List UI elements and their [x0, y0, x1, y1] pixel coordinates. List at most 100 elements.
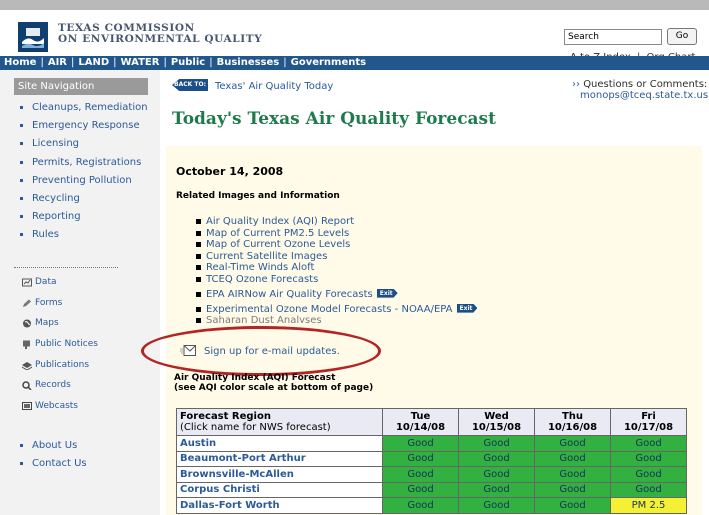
- back-link[interactable]: Texas' Air Quality Today: [215, 81, 333, 92]
- nav-separator: |: [163, 57, 167, 68]
- nav-governments[interactable]: Governments: [291, 57, 366, 68]
- sidebar-item-label: Preventing Pollution: [32, 174, 132, 186]
- tceq-logo-icon[interactable]: [18, 22, 48, 52]
- nav-separator: |: [283, 57, 287, 68]
- date-label: 10/15/08: [471, 422, 522, 433]
- nav-public[interactable]: Public: [171, 57, 205, 68]
- link-label: Map of Current PM2.5 Levels: [206, 227, 350, 239]
- email-signup-link[interactable]: Sign up for e-mail updates.: [180, 345, 340, 357]
- bullet-icon: [20, 178, 23, 182]
- forecast-table: Forecast Region (Click name for NWS fore…: [176, 408, 687, 514]
- region-link[interactable]: Brownsville-McAllen: [176, 466, 383, 483]
- link-aqi-report[interactable]: Air Quality Index (AQI) Report: [196, 216, 477, 228]
- link-pm25-map[interactable]: Map of Current PM2.5 Levels: [196, 228, 477, 240]
- region-link[interactable]: Corpus Christi: [176, 481, 383, 498]
- sidebar-item-about-us[interactable]: About Us: [20, 440, 87, 458]
- bullet-icon: [20, 196, 23, 200]
- sidebar-item-label: Data: [35, 277, 57, 287]
- date-label: 10/17/08: [623, 422, 674, 433]
- aqi-cell: Good: [534, 497, 611, 514]
- signup-label: Sign up for e-mail updates.: [204, 346, 340, 357]
- sidebar-item-label: Rules: [32, 229, 59, 241]
- link-ozone-map[interactable]: Map of Current Ozone Levels: [196, 239, 477, 251]
- day-label: Tue: [410, 411, 431, 422]
- nav-land[interactable]: LAND: [78, 57, 109, 68]
- sidebar-item-label: About Us: [32, 440, 78, 451]
- bullet-icon: [20, 444, 23, 447]
- back-to-badge[interactable]: BACK TO:: [172, 79, 208, 91]
- day-column-header: Wed 10/15/08: [458, 408, 535, 436]
- aqi-heading-line1: Air Quality Index (AQI) Forecast: [174, 373, 336, 383]
- aqi-cell: Good: [382, 481, 459, 498]
- exit-icon[interactable]: Exit: [376, 288, 398, 298]
- nav-air[interactable]: AIR: [48, 57, 67, 68]
- aqi-cell: Good: [382, 497, 459, 514]
- exit-icon[interactable]: Exit: [456, 303, 478, 313]
- aqi-cell: Good: [610, 466, 687, 483]
- date-label: 10/14/08: [395, 422, 446, 433]
- bullet-icon: [20, 124, 23, 128]
- sidebar-item-preventing-pollution[interactable]: Preventing Pollution: [20, 175, 148, 193]
- link-winds-aloft[interactable]: Real-Time Winds Aloft: [196, 262, 477, 274]
- sidebar-item-permits[interactable]: Permits, Registrations: [20, 157, 148, 175]
- region-link[interactable]: Austin: [176, 435, 383, 452]
- sidebar-item-records[interactable]: Records: [22, 380, 98, 401]
- sidebar-item-licensing[interactable]: Licensing: [20, 138, 148, 156]
- aqi-cell: Good: [458, 497, 535, 514]
- main-nav-bar: Home | AIR | LAND | WATER | Public | Businesses | Go…: [0, 56, 709, 70]
- data-icon: [22, 278, 32, 287]
- search-input[interactable]: [564, 29, 662, 45]
- aqi-cell: Good: [610, 450, 687, 467]
- link-label: Current Satellite Images: [206, 250, 328, 262]
- questions-block: ›› Questions or Comments: monops@tceq.st…: [572, 79, 708, 101]
- questions-email-link[interactable]: monops@tceq.state.tx.us: [572, 90, 708, 101]
- day-column-header: Thu 10/16/08: [534, 408, 611, 436]
- aqi-cell: Good: [458, 466, 535, 483]
- region-link[interactable]: Dallas-Fort Worth: [176, 497, 383, 514]
- sidebar-item-label: Licensing: [32, 138, 80, 150]
- sidebar-item-cleanups[interactable]: Cleanups, Remediation: [20, 102, 148, 120]
- sidebar-item-rules[interactable]: Rules: [20, 229, 148, 247]
- main-content: BACK TO: Texas' Air Quality Today ›› Que…: [141, 70, 709, 515]
- sidebar-item-publications[interactable]: Publications: [22, 360, 98, 381]
- link-noaa-epa-ozone-model[interactable]: Experimental Ozone Model Forecasts - NOA…: [196, 301, 478, 315]
- related-links-list: Air Quality Index (AQI) Report Map of Cu…: [196, 216, 478, 323]
- agency-name[interactable]: Texas Commission on Environmental Qualit…: [58, 23, 262, 45]
- region-column-header: Forecast Region (Click name for NWS fore…: [176, 408, 383, 436]
- link-label: Real-Time Winds Aloft: [206, 262, 315, 274]
- aqi-cell: Good: [382, 435, 459, 452]
- link-saharan-dust[interactable]: Saharan Dust Analyses: [196, 315, 477, 323]
- table-row: Corpus Christi Good Good Good Good: [176, 481, 687, 498]
- sidebar-item-public-notices[interactable]: Public Notices: [22, 339, 98, 360]
- sidebar-item-recycling[interactable]: Recycling: [20, 193, 148, 211]
- sidebar-item-reporting[interactable]: Reporting: [20, 211, 148, 229]
- forecast-date: October 14, 2008: [176, 165, 284, 178]
- link-satellite-images[interactable]: Current Satellite Images: [196, 251, 477, 263]
- sidebar-item-forms[interactable]: Forms: [22, 298, 98, 319]
- link-label: TCEQ Ozone Forecasts: [206, 273, 319, 285]
- nav-businesses[interactable]: Businesses: [217, 57, 280, 68]
- link-label: Map of Current Ozone Levels: [206, 239, 351, 251]
- go-button[interactable]: Go: [667, 28, 697, 45]
- nav-home[interactable]: Home: [4, 57, 36, 68]
- sidebar-item-maps[interactable]: Maps: [22, 318, 98, 339]
- sidebar-item-label: Reporting: [32, 211, 81, 223]
- nav-water[interactable]: WATER: [121, 57, 160, 68]
- sidebar-item-data[interactable]: Data: [22, 277, 98, 298]
- sidebar-item-label: Records: [35, 380, 71, 391]
- sidebar-item-contact-us[interactable]: Contact Us: [20, 458, 87, 476]
- aqi-cell: Good: [458, 450, 535, 467]
- sidebar: Site Navigation Cleanups, Remediation Em…: [0, 70, 160, 515]
- aqi-cell: Good: [534, 450, 611, 467]
- nav-separator: |: [40, 57, 44, 68]
- bullet-icon: [20, 462, 23, 466]
- sidebar-item-emergency-response[interactable]: Emergency Response: [20, 120, 148, 138]
- region-link[interactable]: Beaumont-Port Arthur: [176, 450, 383, 467]
- sidebar-item-label: Cleanups, Remediation: [32, 102, 148, 113]
- bullet-icon: [196, 317, 201, 323]
- bullet-icon: [196, 253, 201, 259]
- link-tceq-ozone-forecasts[interactable]: TCEQ Ozone Forecasts: [196, 274, 477, 286]
- day-column-header: Tue 10/14/08: [382, 408, 459, 436]
- link-epa-airnow[interactable]: EPA AIRNow Air Quality Forecasts Exit: [196, 286, 477, 301]
- sidebar-item-webcasts[interactable]: Webcasts: [22, 401, 98, 422]
